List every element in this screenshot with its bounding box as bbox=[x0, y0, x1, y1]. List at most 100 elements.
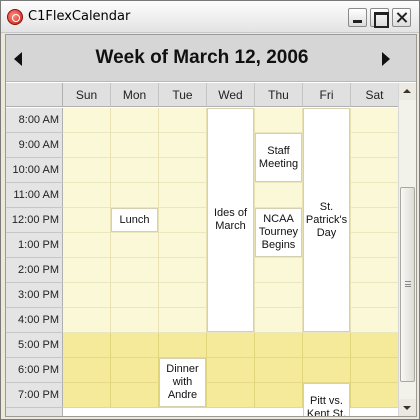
week-title: Week of March 12, 2006 bbox=[95, 47, 309, 68]
time-slot[interactable] bbox=[159, 333, 207, 358]
time-slot[interactable] bbox=[351, 158, 398, 183]
time-slot[interactable] bbox=[63, 158, 111, 183]
appointment[interactable]: NCAA Tourney Begins bbox=[255, 208, 302, 257]
time-slot[interactable] bbox=[159, 158, 207, 183]
time-slot[interactable] bbox=[351, 308, 398, 333]
time-slot[interactable] bbox=[303, 358, 351, 383]
time-label: 11:00 AM bbox=[6, 183, 63, 208]
day-header-mon[interactable]: Mon bbox=[111, 83, 159, 107]
time-slot[interactable] bbox=[63, 283, 111, 308]
time-slot[interactable] bbox=[111, 308, 159, 333]
schedule-grid[interactable]: Ides of March Staff Meeting NCAA Tourney B… bbox=[63, 108, 398, 416]
time-label: 8:00 AM bbox=[6, 108, 63, 133]
time-slot[interactable] bbox=[111, 383, 159, 408]
time-slot[interactable] bbox=[351, 208, 398, 233]
time-slot[interactable] bbox=[63, 308, 111, 333]
day-header-tue[interactable]: Tue bbox=[159, 83, 207, 107]
time-slot[interactable] bbox=[255, 308, 303, 333]
corner-cell bbox=[6, 83, 63, 107]
time-slot[interactable] bbox=[255, 333, 303, 358]
day-header-row: Sun Mon Tue Wed Thu Fri Sat bbox=[6, 83, 399, 107]
day-header-sat[interactable]: Sat bbox=[351, 83, 399, 107]
time-label: 9:00 AM bbox=[6, 133, 63, 158]
time-slot[interactable] bbox=[63, 333, 111, 358]
minimize-button[interactable] bbox=[348, 8, 367, 27]
time-slot[interactable] bbox=[351, 383, 398, 408]
scroll-thumb[interactable] bbox=[400, 187, 415, 382]
time-slot[interactable] bbox=[159, 308, 207, 333]
day-header-sun[interactable]: Sun bbox=[63, 83, 111, 107]
time-slot[interactable] bbox=[63, 383, 111, 408]
time-slot[interactable] bbox=[207, 358, 255, 383]
time-slot[interactable] bbox=[63, 258, 111, 283]
appointment[interactable]: St. Patrick's Day bbox=[303, 108, 350, 332]
time-slot[interactable] bbox=[111, 358, 159, 383]
time-slot[interactable] bbox=[63, 183, 111, 208]
time-slot[interactable] bbox=[207, 383, 255, 408]
time-slot[interactable] bbox=[255, 183, 303, 208]
time-label: 2:00 PM bbox=[6, 258, 63, 283]
time-slot[interactable] bbox=[111, 133, 159, 158]
time-slot[interactable] bbox=[159, 133, 207, 158]
time-slot[interactable] bbox=[159, 233, 207, 258]
close-button[interactable] bbox=[392, 8, 411, 27]
time-slot[interactable] bbox=[351, 133, 398, 158]
time-slot[interactable] bbox=[63, 358, 111, 383]
time-slot[interactable] bbox=[207, 333, 255, 358]
time-label: 4:00 PM bbox=[6, 308, 63, 333]
time-slot[interactable] bbox=[159, 283, 207, 308]
appointment[interactable]: Pitt vs. Kent St. bbox=[303, 383, 350, 416]
time-slot[interactable] bbox=[303, 333, 351, 358]
scroll-down-button[interactable] bbox=[399, 399, 416, 416]
calendar-view: Week of March 12, 2006 Sun Mon Tue Wed Thu Fr… bbox=[5, 34, 417, 417]
grip-icon bbox=[405, 281, 411, 287]
time-slot[interactable] bbox=[255, 108, 303, 133]
time-slot[interactable] bbox=[351, 258, 398, 283]
day-header-thu[interactable]: Thu bbox=[255, 83, 303, 107]
time-slot[interactable] bbox=[111, 283, 159, 308]
time-slot[interactable] bbox=[351, 233, 398, 258]
scroll-up-button[interactable] bbox=[399, 83, 416, 100]
app-logo-icon[interactable] bbox=[7, 9, 23, 25]
time-slot[interactable] bbox=[111, 158, 159, 183]
time-slot[interactable] bbox=[255, 383, 303, 408]
time-slot[interactable] bbox=[159, 108, 207, 133]
time-slot[interactable] bbox=[111, 233, 159, 258]
time-slot[interactable] bbox=[111, 108, 159, 133]
time-slot[interactable] bbox=[255, 358, 303, 383]
time-slot[interactable] bbox=[63, 208, 111, 233]
time-slot[interactable] bbox=[351, 183, 398, 208]
time-slot[interactable] bbox=[63, 108, 111, 133]
time-label: 3:00 PM bbox=[6, 283, 63, 308]
time-slot[interactable] bbox=[255, 258, 303, 283]
time-label: 10:00 AM bbox=[6, 158, 63, 183]
time-slot[interactable] bbox=[159, 258, 207, 283]
day-header-wed[interactable]: Wed bbox=[207, 83, 255, 107]
appointment[interactable]: Ides of March bbox=[207, 108, 254, 332]
time-gutter: 8:00 AM 9:00 AM 10:00 AM 11:00 AM 12:00 PM 1:… bbox=[6, 108, 63, 416]
time-slot[interactable] bbox=[255, 283, 303, 308]
chevron-left-icon[interactable] bbox=[14, 52, 22, 66]
appointment[interactable]: Dinner with Andre bbox=[159, 358, 206, 407]
vertical-scrollbar[interactable] bbox=[398, 83, 416, 416]
time-slot[interactable] bbox=[111, 258, 159, 283]
time-slot[interactable] bbox=[351, 333, 398, 358]
time-slot[interactable] bbox=[351, 358, 398, 383]
title-bar[interactable]: C1FlexCalendar bbox=[1, 1, 419, 33]
time-label: 7:00 PM bbox=[6, 383, 63, 408]
maximize-button[interactable] bbox=[370, 8, 389, 28]
time-label: 1:00 PM bbox=[6, 233, 63, 258]
time-slot[interactable] bbox=[111, 183, 159, 208]
time-slot[interactable] bbox=[351, 283, 398, 308]
time-slot[interactable] bbox=[159, 208, 207, 233]
chevron-right-icon[interactable] bbox=[382, 52, 390, 66]
appointment[interactable]: Lunch bbox=[111, 208, 158, 232]
time-slot[interactable] bbox=[63, 133, 111, 158]
time-slot[interactable] bbox=[159, 183, 207, 208]
day-header-fri[interactable]: Fri bbox=[303, 83, 351, 107]
appointment[interactable]: Staff Meeting bbox=[255, 133, 302, 182]
time-slot[interactable] bbox=[351, 108, 398, 133]
app-window: C1FlexCalendar Week of March 12, 2006 Su… bbox=[0, 0, 420, 420]
time-slot[interactable] bbox=[111, 333, 159, 358]
time-slot[interactable] bbox=[63, 233, 111, 258]
